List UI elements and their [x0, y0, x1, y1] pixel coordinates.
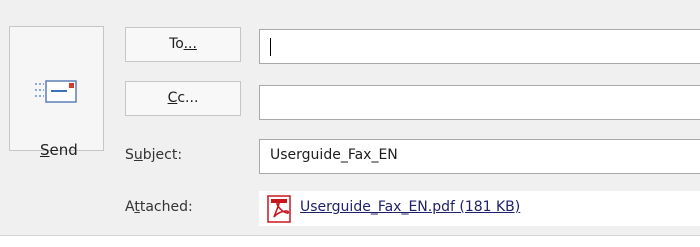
text-caret	[270, 38, 271, 56]
to-field[interactable]	[259, 29, 700, 64]
send-label: Send	[40, 141, 78, 159]
subject-value: Userguide_Fax_EN	[270, 147, 398, 163]
cc-field[interactable]	[259, 85, 700, 120]
cc-button-label: c...	[177, 90, 199, 106]
attached-field: Userguide_Fax_EN.pdf (181 KB)	[259, 191, 700, 226]
to-button-label: To	[169, 36, 184, 52]
send-button[interactable]: Send	[9, 26, 104, 159]
message-body[interactable]	[0, 235, 700, 247]
pdf-icon[interactable]	[267, 195, 293, 223]
to-button[interactable]: To...	[125, 27, 241, 62]
envelope-send-icon	[35, 80, 77, 103]
subject-field[interactable]: Userguide_Fax_EN	[259, 139, 700, 174]
to-button-ellipsis: ...	[183, 36, 197, 52]
attachment-link[interactable]: Userguide_Fax_EN.pdf (181 KB)	[300, 199, 520, 215]
subject-label: Subject:	[125, 147, 183, 163]
cc-button[interactable]: Cc...	[125, 81, 241, 116]
attached-label: Attached:	[125, 199, 193, 215]
cc-button-mnemonic: C	[167, 90, 178, 106]
